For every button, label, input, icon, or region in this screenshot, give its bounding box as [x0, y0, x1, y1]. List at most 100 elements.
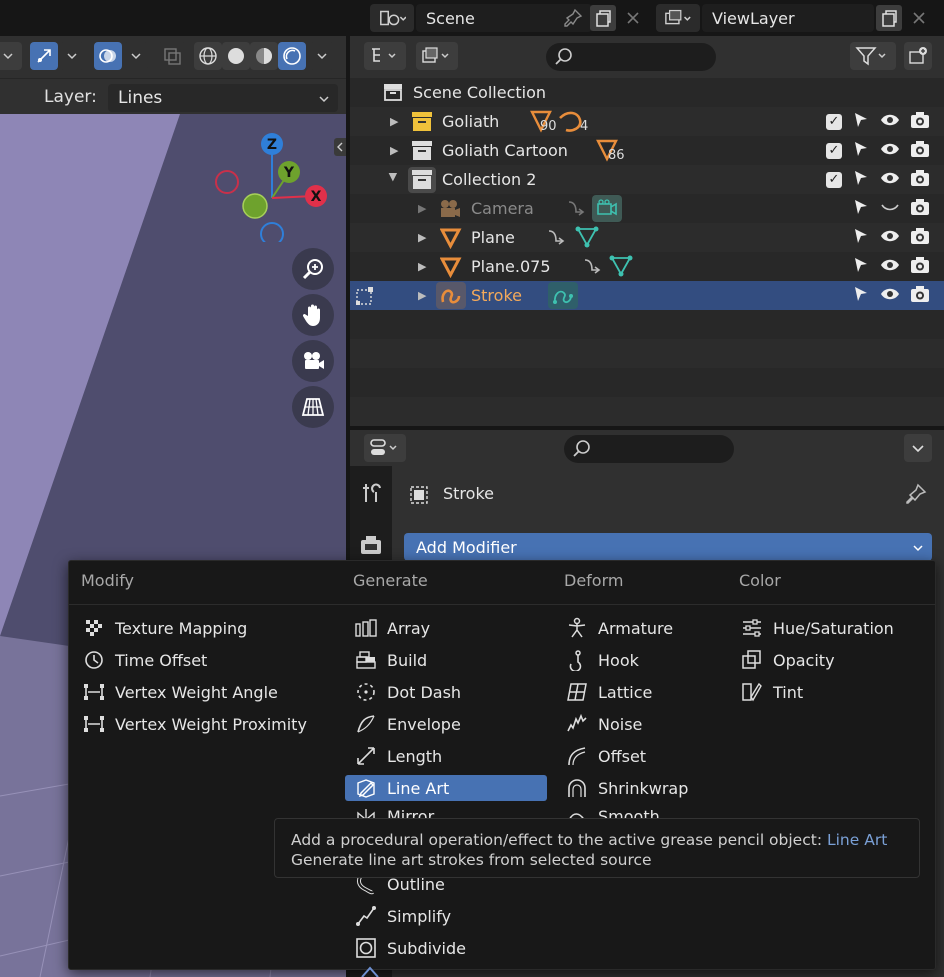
viewlayer-browse-button[interactable]	[656, 4, 700, 32]
eye-icon[interactable]	[880, 141, 900, 161]
menu-item-noise[interactable]: Noise	[556, 711, 726, 737]
sidebar-toggle-icon[interactable]	[334, 138, 346, 156]
select-cursor-icon[interactable]	[852, 111, 870, 133]
select-cursor-icon[interactable]	[852, 227, 870, 249]
eye-closed-icon[interactable]	[880, 199, 900, 219]
outliner-search-input[interactable]	[546, 43, 716, 71]
outliner-row-collection-2[interactable]: ▶ Collection 2 ✓	[350, 165, 944, 194]
menu-item-vertex-weight-angle[interactable]: Vertex Weight Angle	[73, 679, 339, 705]
menu-item-opacity[interactable]: Opacity	[731, 647, 929, 673]
outliner-row-stroke[interactable]: ▶ Stroke	[350, 281, 944, 310]
eye-icon[interactable]	[880, 112, 900, 132]
gizmo-dropdown-icon[interactable]	[60, 42, 84, 70]
menu-item-simplify[interactable]: Simplify	[345, 903, 547, 929]
zoom-icon[interactable]	[292, 248, 334, 290]
exclude-checkbox[interactable]: ✓	[826, 113, 842, 130]
outliner-row-goliath[interactable]: ▶ Goliath 90 4 ✓	[350, 107, 944, 136]
outliner-row-goliath-cartoon[interactable]: ▶ Goliath Cartoon 86 ✓	[350, 136, 944, 165]
menu-item-lattice[interactable]: Lattice	[556, 679, 726, 705]
menu-item-texture-mapping[interactable]: Texture Mapping	[73, 615, 339, 641]
shading-dropdown-icon[interactable]	[310, 42, 334, 70]
outliner-row-camera[interactable]: ▶ Camera	[350, 194, 944, 223]
layer-select[interactable]: Lines	[108, 84, 338, 112]
expand-triangle-icon[interactable]: ▶	[390, 144, 400, 157]
menu-item-shrinkwrap[interactable]: Shrinkwrap	[556, 775, 726, 801]
menu-item-subdivide[interactable]: Subdivide	[345, 935, 547, 961]
outliner-row-scene-collection[interactable]: Scene Collection	[350, 78, 944, 107]
chevron-down-icon[interactable]	[0, 42, 22, 70]
close-viewlayer-icon[interactable]	[906, 5, 932, 31]
editor-type-button[interactable]	[364, 434, 406, 462]
render-camera-icon[interactable]	[910, 140, 930, 162]
render-tab-icon[interactable]	[358, 532, 384, 562]
display-mode-button[interactable]	[364, 42, 406, 70]
properties-search-input[interactable]	[564, 435, 734, 463]
expand-triangle-icon[interactable]: ▶	[390, 115, 400, 128]
render-camera-icon[interactable]	[910, 256, 930, 278]
tool-tab-icon[interactable]	[358, 480, 384, 510]
new-viewlayer-icon[interactable]	[876, 5, 902, 31]
select-cursor-icon[interactable]	[852, 198, 870, 220]
menu-item-armature[interactable]: Armature	[556, 615, 726, 641]
expand-triangle-icon[interactable]: ▶	[418, 289, 428, 302]
menu-item-array[interactable]: Array	[345, 615, 547, 641]
add-modifier-button[interactable]: Add Modifier	[404, 533, 932, 561]
menu-item-hue-saturation[interactable]: Hue/Saturation	[731, 615, 929, 641]
expand-triangle-icon[interactable]: ▶	[418, 231, 428, 244]
perspective-grid-icon[interactable]	[292, 386, 334, 428]
gizmo-toggle-icon[interactable]	[30, 42, 58, 70]
render-camera-icon[interactable]	[910, 227, 930, 249]
select-cursor-icon[interactable]	[852, 140, 870, 162]
render-camera-icon[interactable]	[910, 285, 930, 307]
select-cursor-icon[interactable]	[852, 256, 870, 278]
xray-toggle-icon[interactable]	[158, 42, 186, 70]
outliner-row-plane-075[interactable]: ▶ Plane.075	[350, 252, 944, 281]
menu-item-envelope[interactable]: Envelope	[345, 711, 547, 737]
pin-icon[interactable]	[560, 5, 586, 31]
pan-hand-icon[interactable]	[292, 294, 334, 336]
menu-item-tint[interactable]: Tint	[731, 679, 929, 705]
new-collection-icon[interactable]	[904, 42, 932, 70]
grease-pencil-data-icon[interactable]	[548, 282, 578, 309]
camera-view-icon[interactable]	[292, 340, 334, 382]
eye-icon[interactable]	[880, 228, 900, 248]
menu-item-vertex-weight-proximity[interactable]: Vertex Weight Proximity	[73, 711, 339, 737]
collapse-triangle-icon[interactable]: ▶	[387, 173, 400, 183]
exclude-checkbox[interactable]: ✓	[826, 171, 842, 188]
rendered-shading-icon[interactable]	[278, 42, 306, 70]
menu-item-build[interactable]: Build	[345, 647, 547, 673]
eye-icon[interactable]	[880, 286, 900, 306]
render-camera-icon[interactable]	[910, 169, 930, 191]
filter-view-button[interactable]	[416, 42, 458, 70]
camera-data-icon[interactable]	[592, 195, 622, 222]
select-cursor-icon[interactable]	[852, 285, 870, 307]
eye-icon[interactable]	[880, 170, 900, 190]
outliner[interactable]: Scene Collection ▶ Goliath 90 4 ✓ ▶ Goli…	[350, 36, 944, 426]
solid-shading-icon[interactable]	[222, 42, 250, 70]
select-cursor-icon[interactable]	[852, 169, 870, 191]
navigation-gizmo[interactable]: Z Y X	[210, 130, 330, 242]
new-scene-icon[interactable]	[590, 5, 616, 31]
material-shading-icon[interactable]	[250, 42, 278, 70]
overlay-toggle-icon[interactable]	[94, 42, 122, 70]
expand-triangle-icon[interactable]: ▶	[418, 202, 428, 215]
outliner-row-plane[interactable]: ▶ Plane	[350, 223, 944, 252]
menu-item-line-art[interactable]: Line Art	[345, 775, 547, 801]
menu-item-length[interactable]: Length	[345, 743, 547, 769]
menu-item-dot-dash[interactable]: Dot Dash	[345, 679, 547, 705]
exclude-checkbox[interactable]: ✓	[826, 142, 842, 159]
render-camera-icon[interactable]	[910, 198, 930, 220]
overlay-dropdown-icon[interactable]	[124, 42, 148, 70]
render-camera-icon[interactable]	[910, 111, 930, 133]
eye-icon[interactable]	[880, 257, 900, 277]
close-scene-icon[interactable]	[620, 5, 646, 31]
menu-item-hook[interactable]: Hook	[556, 647, 726, 673]
menu-item-time-offset[interactable]: Time Offset	[73, 647, 339, 673]
scene-browse-button[interactable]	[370, 4, 414, 32]
menu-item-offset[interactable]: Offset	[556, 743, 726, 769]
wireframe-shading-icon[interactable]	[194, 42, 222, 70]
pin-icon[interactable]	[904, 482, 928, 510]
modifier-tab-icon[interactable]	[358, 966, 384, 977]
expand-triangle-icon[interactable]: ▶	[418, 260, 428, 273]
filter-button[interactable]	[850, 42, 896, 70]
